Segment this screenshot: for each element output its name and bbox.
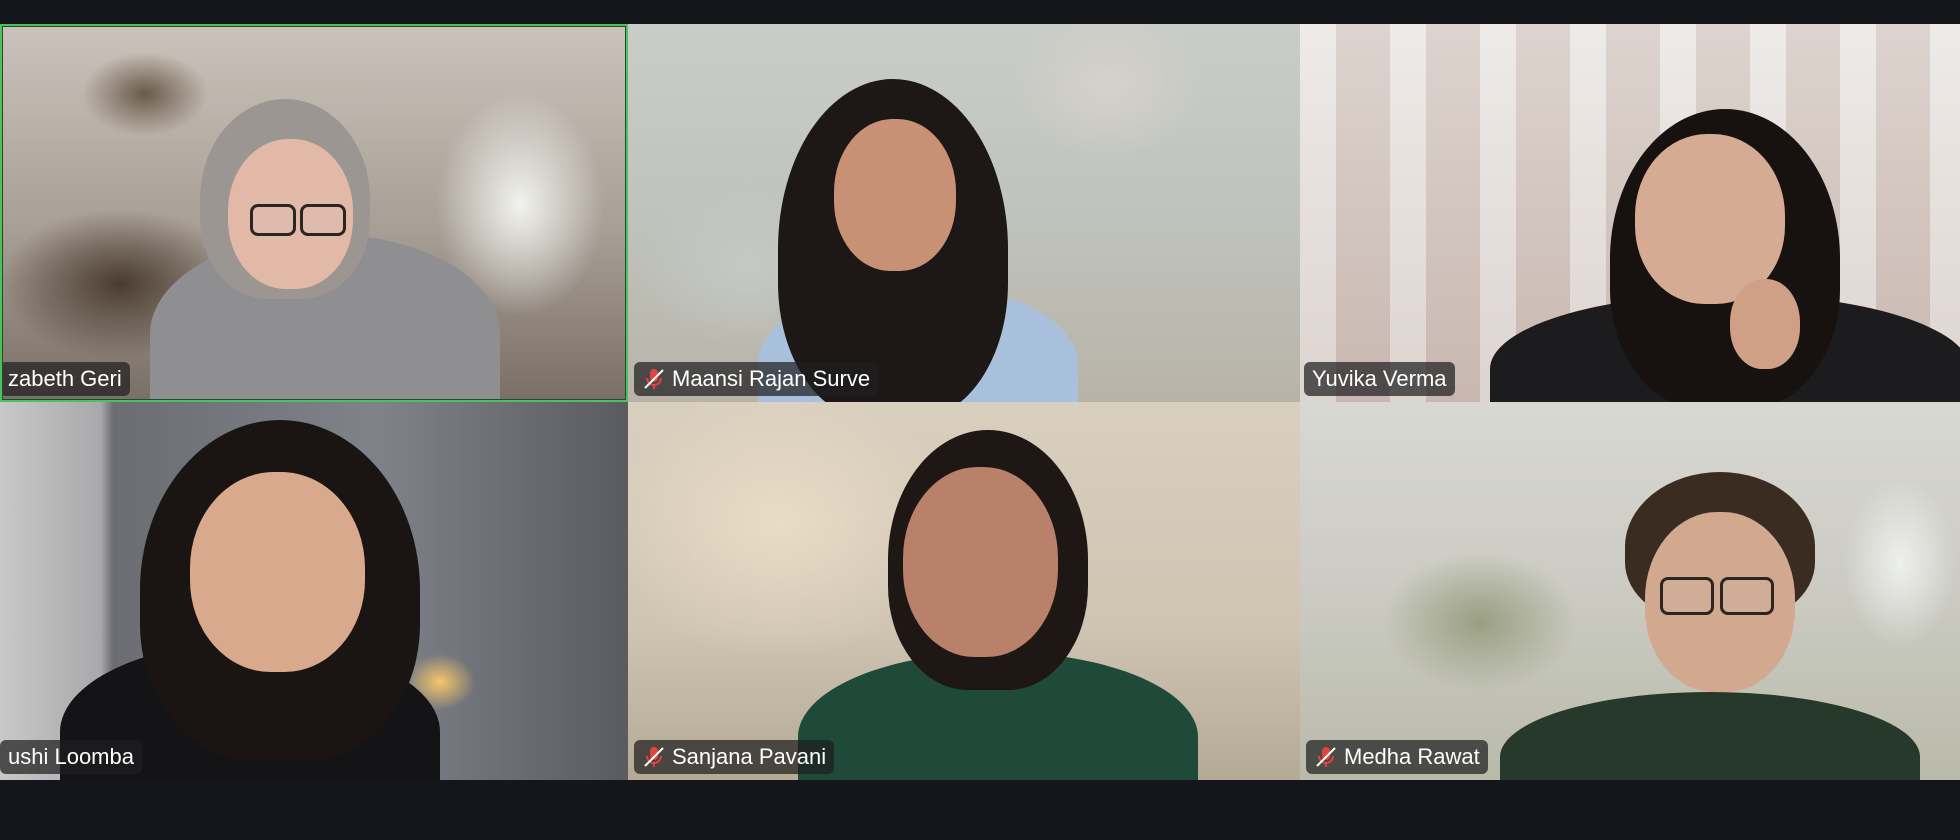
participant-name-label: Sanjana Pavani xyxy=(634,740,835,774)
participant-name: zabeth Geri xyxy=(8,366,122,391)
video-tile-6[interactable]: Medha Rawat xyxy=(1300,402,1960,780)
participant-name-label: zabeth Geri xyxy=(0,362,130,396)
mic-off-icon xyxy=(1316,747,1336,767)
participant-name: Medha Rawat xyxy=(1344,744,1480,769)
video-tile-2[interactable]: Maansi Rajan Surve xyxy=(628,24,1300,402)
mic-off-icon xyxy=(644,369,664,389)
participant-name-label: ushi Loomba xyxy=(0,740,142,774)
participant-name: Sanjana Pavani xyxy=(672,744,827,769)
video-tile-5[interactable]: Sanjana Pavani xyxy=(628,402,1300,780)
participant-name: Yuvika Verma xyxy=(1312,366,1447,391)
top-bar xyxy=(0,0,1960,24)
participant-name-label: Medha Rawat xyxy=(1306,740,1488,774)
participant-name: ushi Loomba xyxy=(8,744,134,769)
participant-name: Maansi Rajan Surve xyxy=(672,366,871,391)
video-tile-1[interactable]: zabeth Geri xyxy=(0,24,628,402)
video-tile-4[interactable]: ushi Loomba xyxy=(0,402,628,780)
participant-name-label: Yuvika Verma xyxy=(1304,362,1455,396)
bottom-bar xyxy=(0,780,1960,840)
video-tile-3[interactable]: Yuvika Verma xyxy=(1300,24,1960,402)
participant-name-label: Maansi Rajan Surve xyxy=(634,362,879,396)
mic-off-icon xyxy=(644,747,664,767)
